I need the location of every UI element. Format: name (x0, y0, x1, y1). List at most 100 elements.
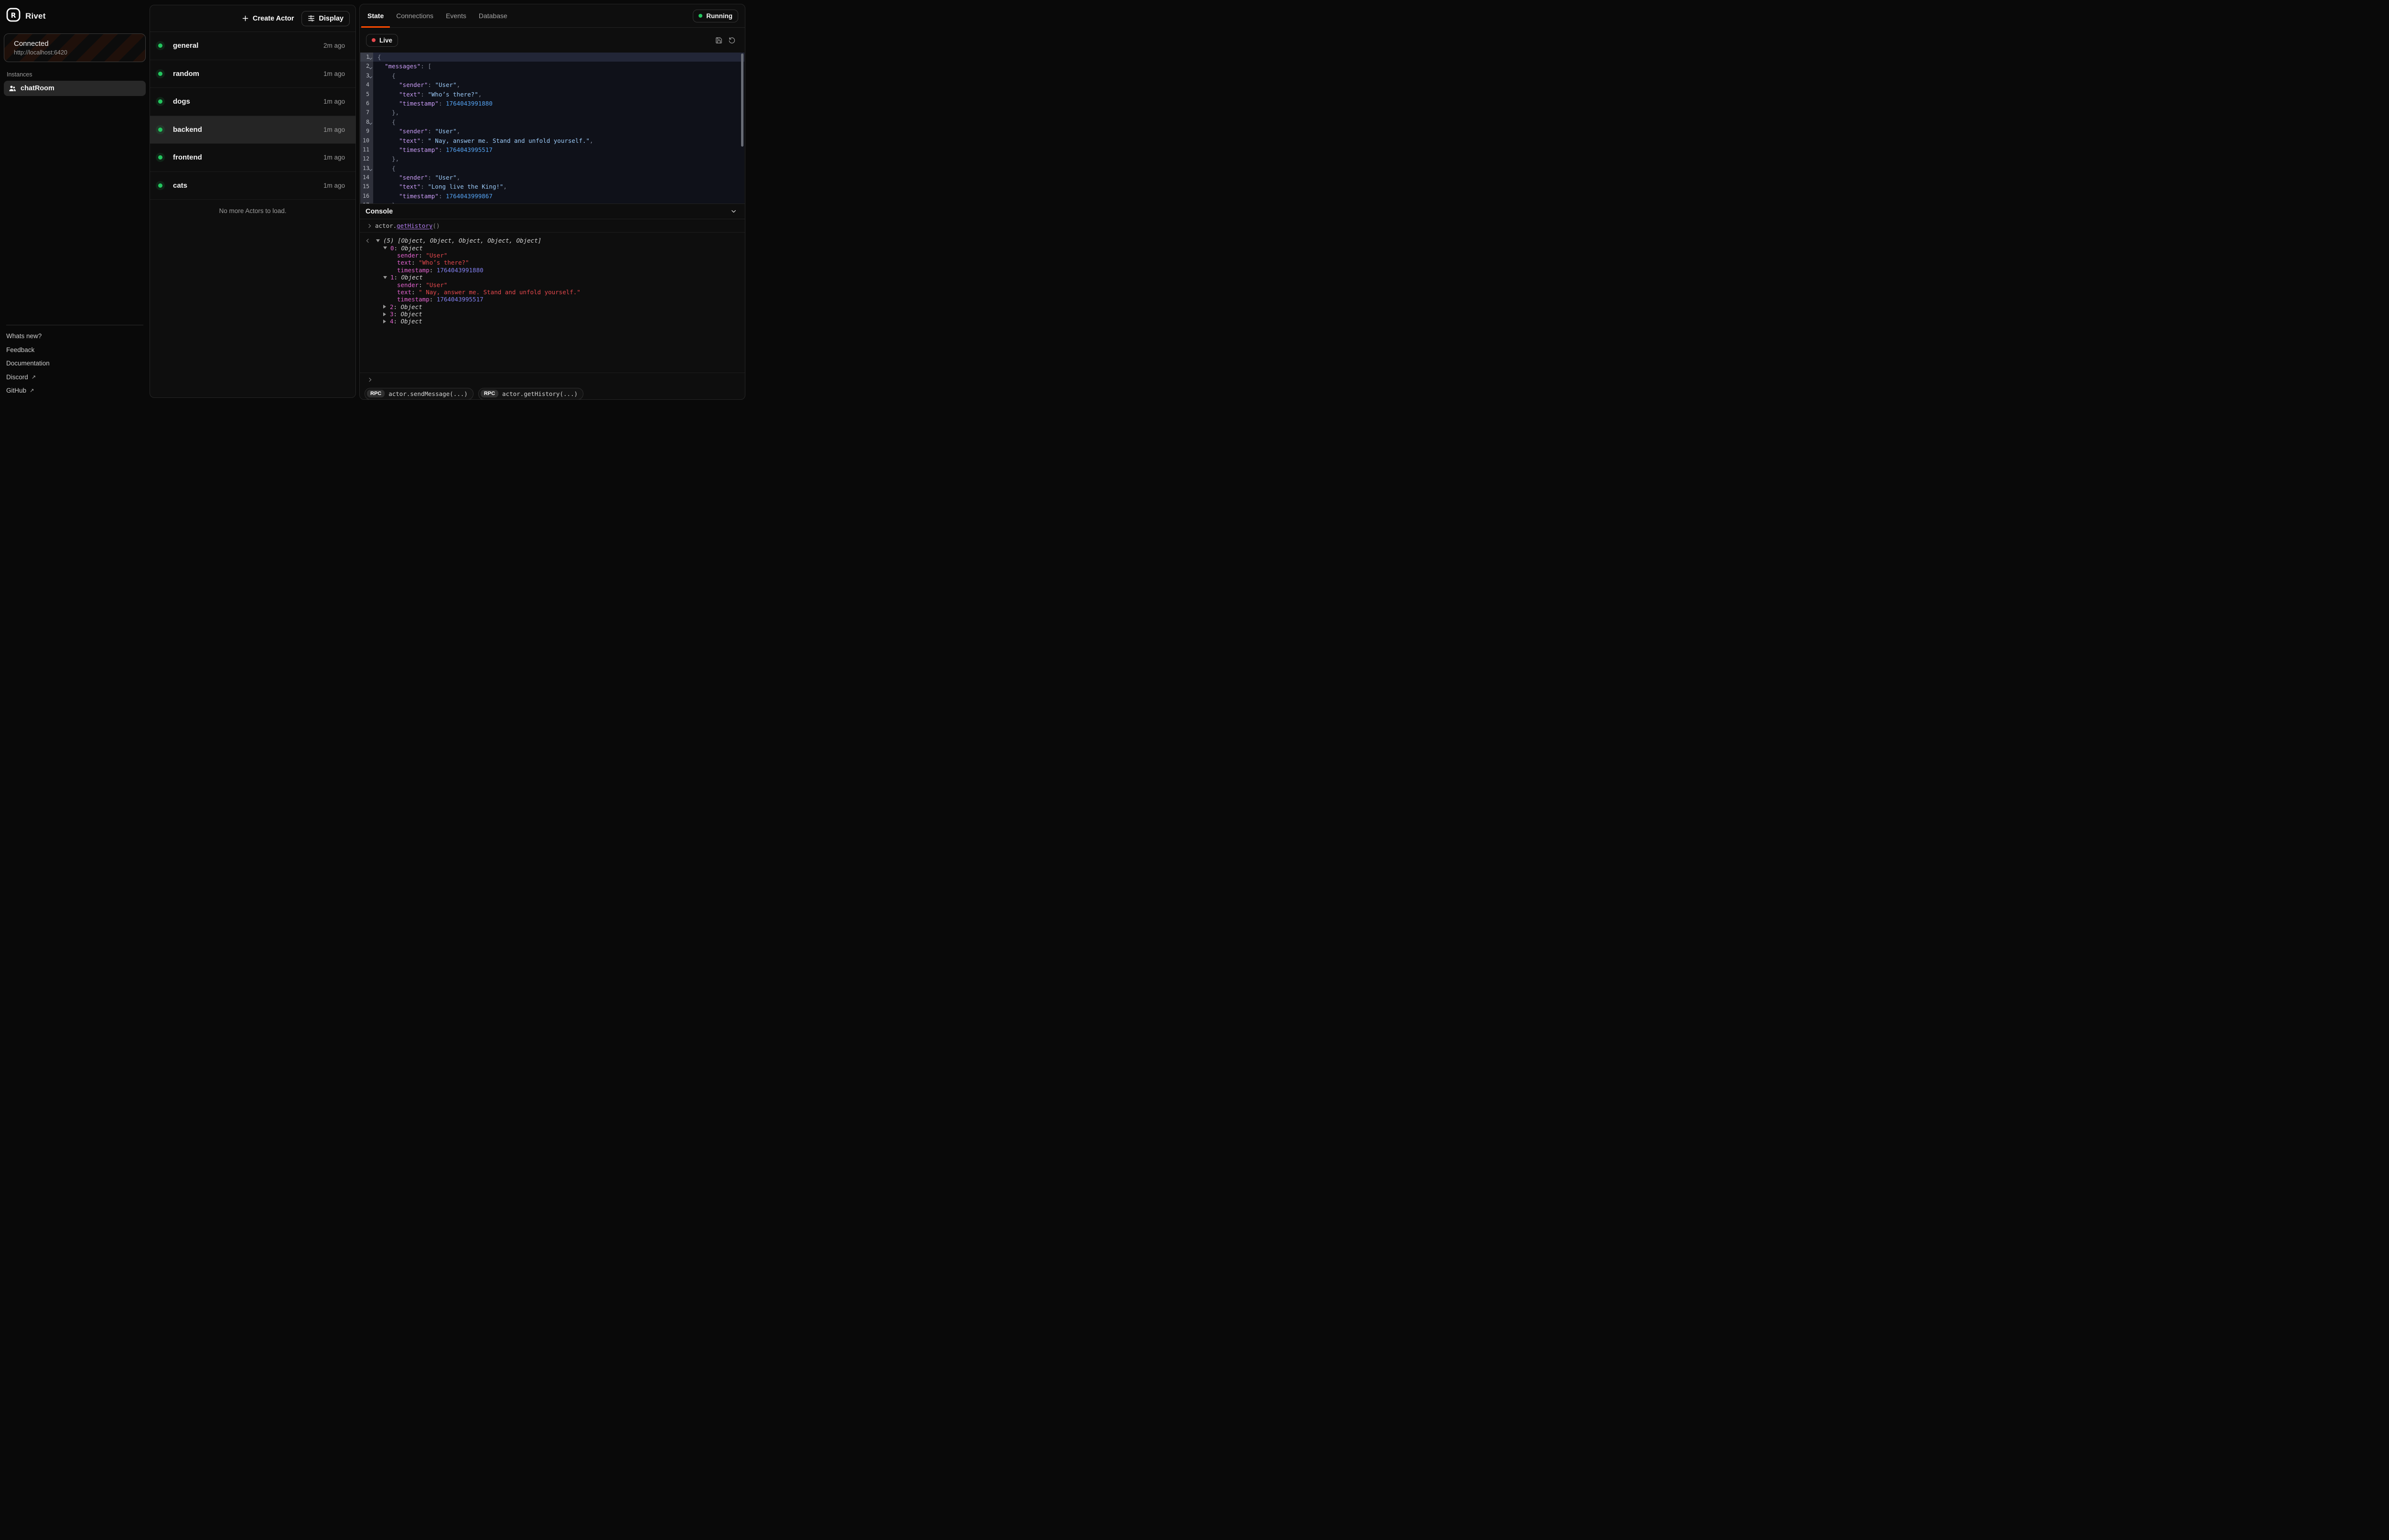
actor-updated-time: 1m ago (323, 126, 345, 133)
prop-colon: : (430, 296, 437, 303)
fold-chevron-icon[interactable] (369, 121, 372, 125)
link-label: Whats new? (6, 332, 42, 340)
tab-state[interactable]: State (361, 4, 390, 27)
fold-chevron-icon[interactable] (369, 66, 372, 69)
actor-name: random (173, 70, 323, 78)
rpc-button-actor-sendmessage[interactable]: RPCactor.sendMessage(...) (365, 388, 473, 400)
editor-line: 16 "timestamp": 1764043999867 (360, 192, 744, 201)
actor-name: frontend (173, 153, 323, 161)
link-label: GitHub (6, 387, 26, 394)
token-p: }, (392, 155, 399, 162)
create-actor-button[interactable]: Create Actor (242, 15, 294, 22)
console-command-row: actor.getHistory() (360, 219, 745, 233)
console-prop-timestamp: timestamp: 1764043991880 (360, 267, 745, 274)
token-s: "User" (435, 128, 456, 135)
indent (377, 118, 392, 126)
entry-class: Object (401, 310, 422, 318)
rpc-badge: RPC (481, 390, 498, 397)
console-input-row[interactable] (360, 373, 745, 386)
live-badge[interactable]: Live (366, 34, 398, 47)
sidebar-footer-links: Whats new?FeedbackDocumentationDiscord↗G… (6, 330, 143, 398)
caret-right-icon[interactable] (383, 305, 386, 309)
code-text: }, (373, 108, 744, 117)
line-number: 11 (360, 145, 373, 154)
caret-right-icon[interactable] (383, 312, 386, 316)
caret-right-icon[interactable] (383, 320, 386, 323)
display-label: Display (319, 15, 344, 22)
prompt-icon (367, 377, 371, 381)
actor-name: general (173, 42, 323, 50)
token-k: "messages" (385, 63, 420, 70)
token-p: : (428, 81, 435, 88)
prop-key: sender (397, 281, 419, 289)
code-text: "sender": "User", (373, 173, 744, 182)
state-json-editor[interactable]: 1{2 "messages": [3 {4 "sender": "User",5… (360, 53, 744, 203)
actor-row-backend[interactable]: backend1m ago (150, 116, 355, 144)
indent (377, 192, 399, 200)
code-text: "timestamp": 1764043995517 (373, 145, 744, 154)
caret-down-icon[interactable] (383, 246, 387, 249)
line-number-text: 4 (366, 80, 369, 89)
indent (377, 155, 392, 162)
code-text: "text": "Who’s there?", (373, 90, 744, 99)
fold-chevron-icon[interactable] (369, 75, 372, 78)
entry-index: 2 (390, 303, 394, 310)
editor-line: 13 { (360, 164, 744, 173)
sidebar-link-documentation[interactable]: Documentation (6, 357, 143, 371)
sidebar-link-discord[interactable]: Discord↗ (6, 370, 143, 384)
sidebar-link-feedback[interactable]: Feedback (6, 343, 143, 357)
return-arrow-icon (366, 238, 370, 242)
tab-database[interactable]: Database (473, 4, 514, 27)
sidebar-link-whats-new[interactable]: Whats new? (6, 330, 143, 343)
external-link-icon: ↗ (30, 387, 34, 394)
entry-colon: : (394, 310, 401, 318)
save-state-button[interactable] (712, 33, 725, 47)
status-dot-green-icon (158, 99, 162, 104)
token-p: : (439, 192, 446, 200)
sidebar-item-chatroom[interactable]: chatRoom (4, 81, 146, 96)
caret-down-icon[interactable] (376, 239, 380, 242)
token-p: , (503, 183, 507, 190)
entry-index: 4 (390, 318, 394, 325)
code-text: { (373, 53, 744, 62)
token-n: 1764043999867 (446, 192, 493, 200)
line-number-text: 13 (363, 164, 369, 173)
state-toolbar: Live (360, 28, 745, 53)
actor-name: dogs (173, 97, 323, 106)
tab-connections[interactable]: Connections (390, 4, 440, 27)
actor-row-cats[interactable]: cats1m ago (150, 172, 355, 200)
actor-updated-time: 1m ago (323, 182, 345, 189)
fold-chevron-icon[interactable] (369, 168, 372, 171)
editor-line: 6 "timestamp": 1764043991880 (360, 99, 744, 108)
prop-value: "Who’s there?" (419, 259, 469, 266)
revert-state-button[interactable] (725, 33, 739, 47)
console-collapse-button[interactable] (730, 208, 737, 215)
fold-chevron-icon[interactable] (369, 56, 372, 60)
actor-row-dogs[interactable]: dogs1m ago (150, 88, 355, 116)
sidebar-link-github[interactable]: GitHub ↗ (6, 384, 143, 398)
actor-updated-time: 1m ago (323, 70, 345, 77)
rpc-button-actor-gethistory[interactable]: RPCactor.getHistory(...) (478, 388, 583, 400)
actor-row-frontend[interactable]: frontend1m ago (150, 144, 355, 172)
code-text: "messages": [ (373, 62, 744, 71)
connection-status: Connected (14, 40, 145, 48)
editor-line: 12 }, (360, 154, 744, 163)
tab-events[interactable]: Events (440, 4, 473, 27)
console-entry-4[interactable]: 4: Object (360, 318, 745, 325)
console-entry-2[interactable]: 2: Object (360, 303, 745, 310)
display-button[interactable]: Display (301, 11, 350, 26)
console-entry-0[interactable]: 0: Object (360, 244, 745, 251)
console-entry-3[interactable]: 3: Object (360, 310, 745, 318)
caret-down-icon[interactable] (383, 276, 387, 279)
actor-row-random[interactable]: random1m ago (150, 60, 355, 88)
console-command: actor.getHistory() (375, 222, 440, 229)
console-entry-1[interactable]: 1: Object (360, 274, 745, 281)
editor-scrollbar[interactable] (741, 53, 743, 147)
line-number: 4 (360, 80, 373, 89)
token-p: }, (392, 109, 399, 116)
actor-row-general[interactable]: general2m ago (150, 32, 355, 60)
chevron-down-icon (730, 208, 737, 215)
live-badge-label: Live (379, 37, 392, 44)
rpc-shortcuts: RPCactor.sendMessage(...) RPCactor.getHis… (360, 386, 745, 400)
live-dot-icon (372, 38, 376, 42)
